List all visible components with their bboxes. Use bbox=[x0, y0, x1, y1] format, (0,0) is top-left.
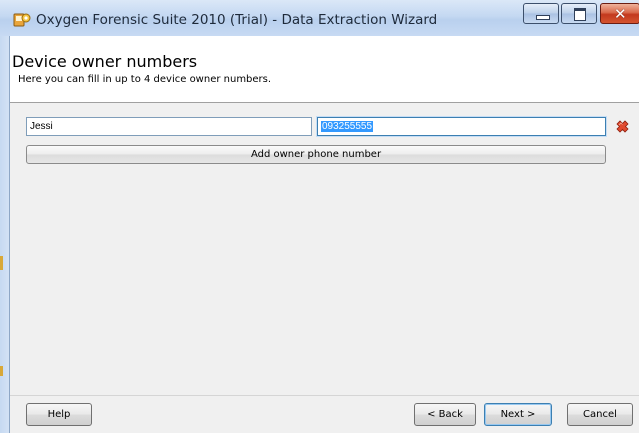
window-left-frame bbox=[0, 36, 10, 433]
wizard-content: Jessi 093255555 Add owner phone number H… bbox=[10, 103, 639, 433]
wizard-dialog: Device owner numbers Here you can fill i… bbox=[10, 36, 639, 433]
cancel-button[interactable]: Cancel bbox=[567, 403, 633, 426]
next-button[interactable]: Next > bbox=[484, 403, 552, 426]
minimize-button[interactable] bbox=[523, 3, 559, 24]
maximize-icon bbox=[574, 8, 586, 21]
page-title: Device owner numbers bbox=[12, 52, 198, 71]
frame-highlight bbox=[0, 256, 3, 270]
frame-highlight bbox=[0, 366, 3, 376]
wizard-window: Oxygen Forensic Suite 2010 (Trial) - Dat… bbox=[0, 0, 639, 433]
footer-divider bbox=[10, 395, 639, 396]
page-subtitle: Here you can fill in up to 4 device owne… bbox=[18, 74, 272, 85]
window-title: Oxygen Forensic Suite 2010 (Trial) - Dat… bbox=[36, 12, 438, 28]
maximize-button[interactable] bbox=[561, 3, 597, 24]
minimize-icon bbox=[536, 15, 550, 20]
wizard-header: Device owner numbers Here you can fill i… bbox=[10, 36, 639, 103]
remove-row-icon[interactable] bbox=[613, 117, 632, 136]
owner-phone-value: 093255555 bbox=[321, 121, 374, 132]
add-owner-phone-button[interactable]: Add owner phone number bbox=[26, 145, 606, 164]
close-button[interactable]: ✕ bbox=[600, 3, 639, 24]
owner-phone-field[interactable]: 093255555 bbox=[317, 117, 606, 136]
close-icon: ✕ bbox=[614, 5, 627, 23]
owner-name-field[interactable]: Jessi bbox=[26, 117, 312, 136]
back-button[interactable]: < Back bbox=[414, 403, 476, 426]
help-button[interactable]: Help bbox=[26, 403, 92, 426]
oxygen-app-icon bbox=[13, 13, 31, 27]
